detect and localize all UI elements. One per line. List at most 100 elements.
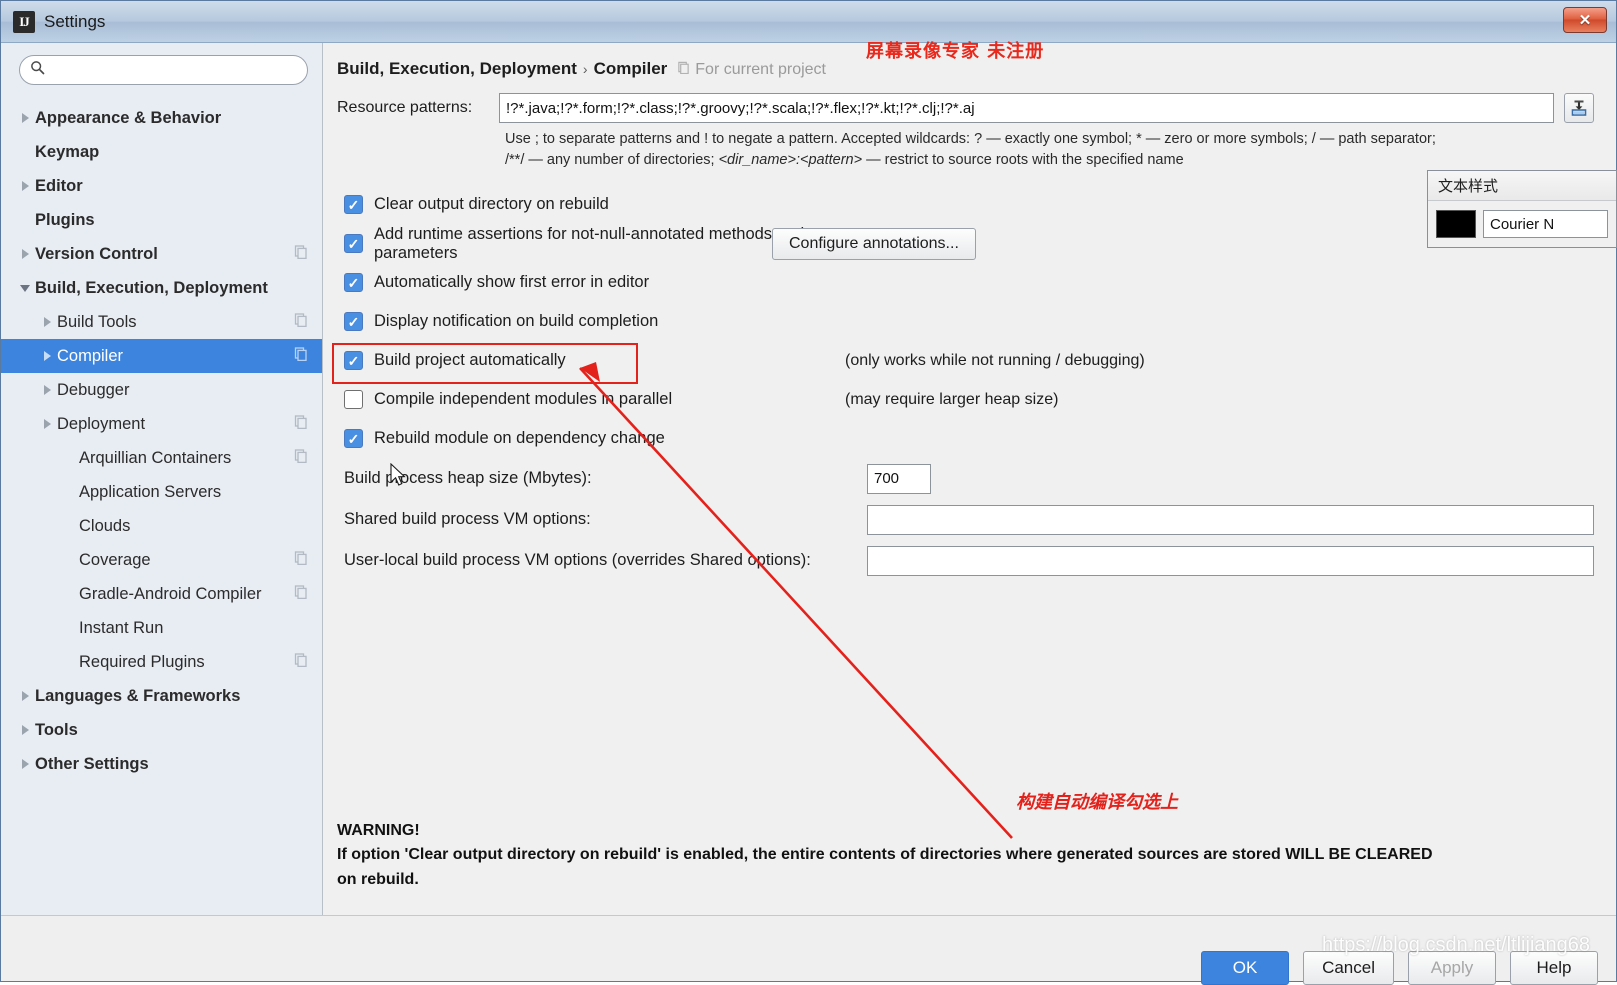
chevron-right-icon[interactable] — [37, 317, 57, 327]
sidebar-item-other-settings[interactable]: Other Settings — [1, 747, 322, 781]
sidebar-item-label: Tools — [35, 720, 78, 739]
chevron-right-icon[interactable] — [15, 181, 35, 191]
project-scope-icon — [677, 61, 690, 79]
compiler-settings-panel: Build, Execution, Deployment › Compiler … — [323, 43, 1616, 915]
checkbox-indicator[interactable]: ✓ — [344, 195, 363, 215]
compiler-warning: WARNING! If option 'Clear output directo… — [337, 819, 1594, 893]
text-style-panel-body: Courier N — [1428, 201, 1616, 247]
import-settings-icon[interactable] — [1564, 93, 1594, 123]
sidebar-item-build-execution-deployment[interactable]: Build, Execution, Deployment — [1, 271, 322, 305]
apply-button[interactable]: Apply — [1408, 951, 1496, 985]
search-icon — [30, 60, 45, 80]
breadcrumb-part-2[interactable]: Compiler — [594, 59, 668, 79]
configure-annotations-button[interactable]: Configure annotations... — [772, 227, 976, 260]
option-row: ✓ Add runtime assertions for not-null-ann… — [337, 224, 1594, 263]
sidebar-item-compiler[interactable]: Compiler — [1, 339, 322, 373]
chevron-right-icon[interactable] — [15, 113, 35, 123]
field-row: User-local build process VM options (ove… — [337, 540, 1594, 581]
chevron-right-icon[interactable] — [37, 419, 57, 429]
heap-size-input[interactable] — [867, 463, 931, 494]
sidebar-item-instant-run[interactable]: Instant Run — [1, 611, 322, 645]
sidebar-item-keymap[interactable]: Keymap — [1, 135, 322, 169]
settings-window: IJ Settings ✕ Appearance & Behavior Keyma… — [0, 0, 1617, 985]
chevron-down-icon[interactable] — [15, 284, 35, 292]
sidebar-item-arquillian-containers[interactable]: Arquillian Containers — [1, 441, 322, 475]
help-button[interactable]: Help — [1510, 951, 1598, 985]
chevron-right-icon[interactable] — [15, 249, 35, 259]
sidebar-item-version-control[interactable]: Version Control — [1, 237, 322, 271]
chevron-right-icon[interactable] — [15, 759, 35, 769]
checkbox-display-notification-on-build-completion[interactable]: ✓ Display notification on build completio… — [337, 312, 867, 332]
for-current-project-text: For current project — [695, 61, 826, 78]
compiler-options-list: ✓ Clear output directory on rebuild ✓ Add r… — [337, 185, 1594, 458]
sidebar-item-label: Debugger — [57, 380, 130, 399]
sidebar-item-label: Deployment — [57, 414, 146, 433]
search-box[interactable] — [19, 55, 308, 85]
sidebar-item-coverage[interactable]: Coverage — [1, 543, 322, 577]
sidebar-item-required-plugins[interactable]: Required Plugins — [1, 645, 322, 679]
option-row: ✓ Compile independent modules in parallel… — [337, 380, 1594, 419]
project-scope-icon — [294, 652, 308, 672]
sidebar-item-label: Build Tools — [57, 312, 137, 331]
option-row: ✓ Clear output directory on rebuild — [337, 185, 1594, 224]
shared-vm-options-input[interactable] — [867, 504, 1594, 535]
close-icon[interactable]: ✕ — [1563, 7, 1607, 33]
user-local-vm-options-input[interactable] — [867, 545, 1594, 576]
hint-line-2-pattern: <dir_name>:<pattern> — [718, 152, 863, 169]
cancel-button[interactable]: Cancel — [1303, 951, 1394, 985]
option-row: ✓ Build project automatically (only works … — [337, 341, 1594, 380]
checkbox-indicator[interactable]: ✓ — [344, 312, 363, 332]
checkbox-automatically-show-first-error-in-editor[interactable]: ✓ Automatically show first error in edito… — [337, 273, 867, 293]
checkbox-label: Automatically show first error in editor — [374, 273, 650, 292]
checkbox-clear-output-directory-on-rebuild[interactable]: ✓ Clear output directory on rebuild — [337, 195, 867, 215]
resource-patterns-input[interactable] — [499, 93, 1554, 123]
checkbox-rebuild-module-on-dependency-change[interactable]: ✓ Rebuild module on dependency change — [337, 429, 867, 449]
chevron-right-icon[interactable] — [37, 385, 57, 395]
color-swatch[interactable] — [1436, 210, 1476, 238]
checkbox-indicator[interactable]: ✓ — [344, 351, 363, 371]
option-note: (may require larger heap size) — [845, 390, 1059, 408]
sidebar-item-label: Other Settings — [35, 754, 149, 773]
for-current-project-label: For current project — [677, 61, 826, 79]
sidebar-item-tools[interactable]: Tools — [1, 713, 322, 747]
ok-button[interactable]: OK — [1201, 951, 1290, 985]
checkbox-indicator[interactable]: ✓ — [344, 390, 363, 410]
sidebar-item-clouds[interactable]: Clouds — [1, 509, 322, 543]
sidebar-item-gradle-android-compiler[interactable]: Gradle-Android Compiler — [1, 577, 322, 611]
checkbox-compile-independent-modules-in-parallel[interactable]: ✓ Compile independent modules in parallel — [337, 390, 867, 410]
checkbox-indicator[interactable]: ✓ — [344, 429, 363, 449]
field-label: Shared build process VM options: — [344, 510, 591, 529]
resource-patterns-label: Resource patterns: — [337, 99, 473, 116]
sidebar-item-application-servers[interactable]: Application Servers — [1, 475, 322, 509]
sidebar-item-languages-frameworks[interactable]: Languages & Frameworks — [1, 679, 322, 713]
project-scope-icon — [294, 414, 308, 434]
sidebar-item-debugger[interactable]: Debugger — [1, 373, 322, 407]
hint-line-2-c: — restrict to source roots with the spec… — [862, 152, 1184, 169]
chevron-right-icon[interactable] — [15, 725, 35, 735]
option-row: ✓ Rebuild module on dependency change — [337, 419, 1594, 458]
checkbox-indicator[interactable]: ✓ — [344, 273, 363, 293]
warning-line-1: If option 'Clear output directory on reb… — [337, 846, 1433, 864]
sidebar-item-build-tools[interactable]: Build Tools — [1, 305, 322, 339]
sidebar-item-label: Version Control — [35, 244, 158, 263]
checkbox-build-project-automatically[interactable]: ✓ Build project automatically — [337, 351, 867, 371]
callout-note: 构建自动编译勾选上 — [1016, 792, 1178, 813]
sidebar-item-label: Application Servers — [79, 482, 222, 501]
settings-tree: Appearance & Behavior Keymap Editor Plugins… — [1, 95, 322, 915]
field-row: Build process heap size (Mbytes): — [337, 458, 1594, 499]
search-input[interactable] — [51, 61, 297, 79]
sidebar-item-plugins[interactable]: Plugins — [1, 203, 322, 237]
chevron-right-icon[interactable] — [37, 351, 57, 361]
sidebar-item-label: Required Plugins — [79, 652, 205, 671]
sidebar-item-editor[interactable]: Editor — [1, 169, 322, 203]
sidebar-item-appearance-behavior[interactable]: Appearance & Behavior — [1, 101, 322, 135]
dialog-footer: OK Cancel Apply Help https://blog.csdn.n… — [1, 915, 1616, 985]
checkbox-indicator[interactable]: ✓ — [344, 234, 363, 254]
breadcrumb-part-1[interactable]: Build, Execution, Deployment — [337, 59, 577, 79]
checkbox-label: Clear output directory on rebuild — [374, 195, 609, 214]
sidebar-item-deployment[interactable]: Deployment — [1, 407, 322, 441]
checkbox-label: Display notification on build completion — [374, 312, 659, 331]
font-family-select[interactable]: Courier N — [1483, 210, 1608, 238]
chevron-right-icon[interactable] — [15, 691, 35, 701]
field-row: Shared build process VM options: — [337, 499, 1594, 540]
